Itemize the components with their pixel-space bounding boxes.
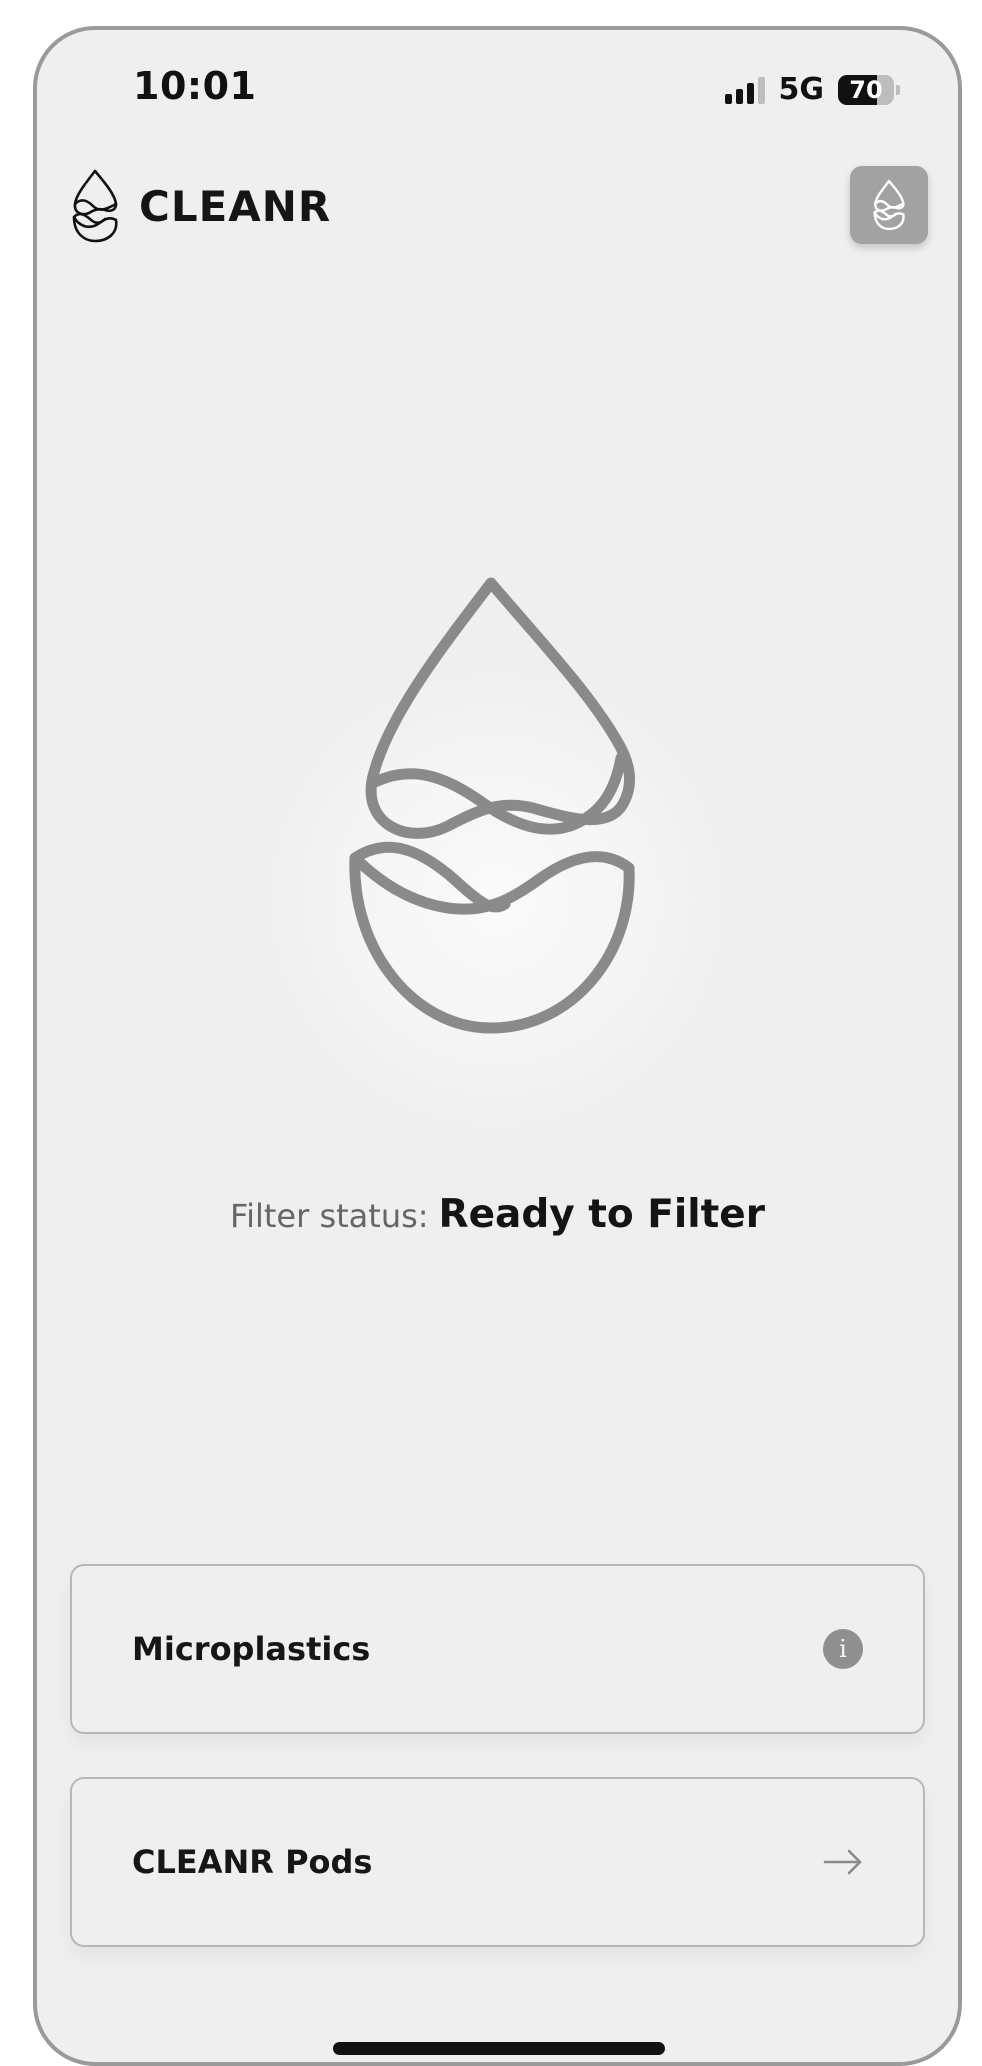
microplastics-card[interactable]: Microplastics i [70,1564,925,1734]
app-brand: CLEANR [69,168,331,244]
cleanr-pods-card[interactable]: CLEANR Pods [70,1777,925,1947]
filter-status-value: Ready to Filter [438,1192,765,1237]
battery-cap [896,84,900,95]
water-drop-icon [873,179,905,231]
filter-status-label: Filter status: [230,1197,429,1235]
cleanr-pods-label: CLEANR Pods [132,1843,373,1881]
info-icon[interactable]: i [823,1629,863,1669]
battery-level: 70 [849,75,883,104]
device-button[interactable] [850,166,928,244]
water-drop-logo-icon [72,169,118,243]
battery-icon: 70 [838,74,894,105]
arrow-right-icon[interactable] [823,1842,863,1882]
network-type: 5G [778,72,825,107]
microplastics-label: Microplastics [132,1630,371,1668]
app-title: CLEANR [139,181,332,231]
cellular-signal-icon [724,76,765,104]
hero-water-drop-icon [349,577,635,1034]
filter-status: Filter status: Ready to Filter [37,1192,958,1237]
status-time: 10:01 [133,64,257,108]
status-indicators: 5G 70 [724,72,900,107]
phone-screen: 10:01 5G 70 CLEANR Filter status: Ready … [33,26,962,2066]
home-indicator[interactable] [333,2042,665,2055]
